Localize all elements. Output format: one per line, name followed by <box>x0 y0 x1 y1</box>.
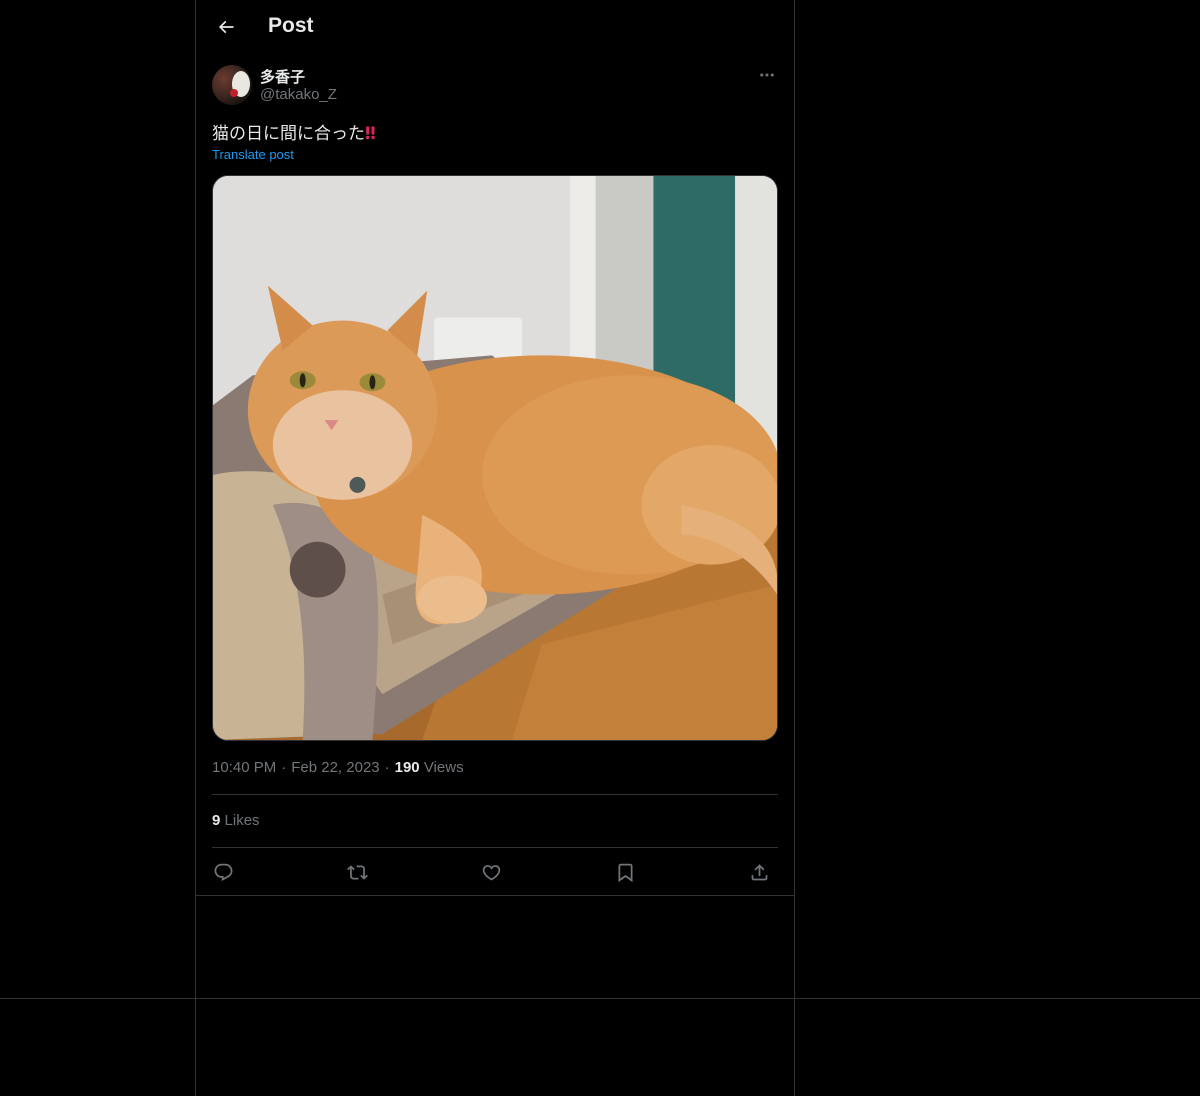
post-time[interactable]: 10:40 PM <box>212 759 276 776</box>
translate-post-link[interactable]: Translate post <box>212 147 294 162</box>
bookmark-button[interactable] <box>608 855 642 889</box>
viewport-bottom-divider <box>0 998 1200 999</box>
share-button[interactable] <box>742 855 776 889</box>
post-author: 多香子 @takako_Z <box>212 64 778 108</box>
likes-label: Likes <box>224 812 260 829</box>
likes-count: 9 <box>212 812 221 829</box>
post-image[interactable] <box>212 175 778 741</box>
divider <box>212 847 778 848</box>
like-button[interactable] <box>474 855 508 889</box>
reply-icon <box>214 863 232 881</box>
meta-separator: · <box>281 759 287 776</box>
page-title: Post <box>268 14 314 37</box>
more-options-button[interactable] <box>756 64 778 86</box>
avatar[interactable] <box>212 65 252 105</box>
views-count: 190 <box>394 759 420 776</box>
reply-button[interactable] <box>206 855 240 889</box>
author-display-name[interactable]: 多香子 <box>260 66 305 87</box>
cat-photo <box>213 176 777 740</box>
meta-separator: · <box>384 759 390 776</box>
more-horizontal-icon <box>760 73 774 77</box>
post-text-body: 猫の日に間に合った <box>212 124 365 144</box>
divider <box>212 794 778 795</box>
likes-count-link[interactable]: 9 Likes <box>212 812 260 829</box>
bookmark-icon <box>618 863 632 882</box>
arrow-left-icon <box>218 20 234 34</box>
repost-button[interactable] <box>340 855 374 889</box>
post-bottom-divider <box>196 895 794 896</box>
double-exclamation-emoji: ‼ <box>365 124 376 144</box>
share-icon <box>751 863 767 880</box>
heart-icon <box>482 864 500 881</box>
repost-icon <box>346 864 368 880</box>
back-button[interactable] <box>208 9 244 45</box>
post-header: Post <box>196 0 794 54</box>
post-text: 猫の日に間に合った‼ <box>212 119 376 144</box>
post-date[interactable]: Feb 22, 2023 <box>291 759 379 776</box>
post-action-bar <box>212 855 778 889</box>
author-handle[interactable]: @takako_Z <box>260 86 337 103</box>
post-meta: 10:40 PM · Feb 22, 2023 · 190 Views <box>212 759 464 776</box>
primary-column: Post 多香子 @takako_Z 猫の日に間に合った‼ Translate … <box>195 0 795 1096</box>
views-label: Views <box>423 759 464 776</box>
